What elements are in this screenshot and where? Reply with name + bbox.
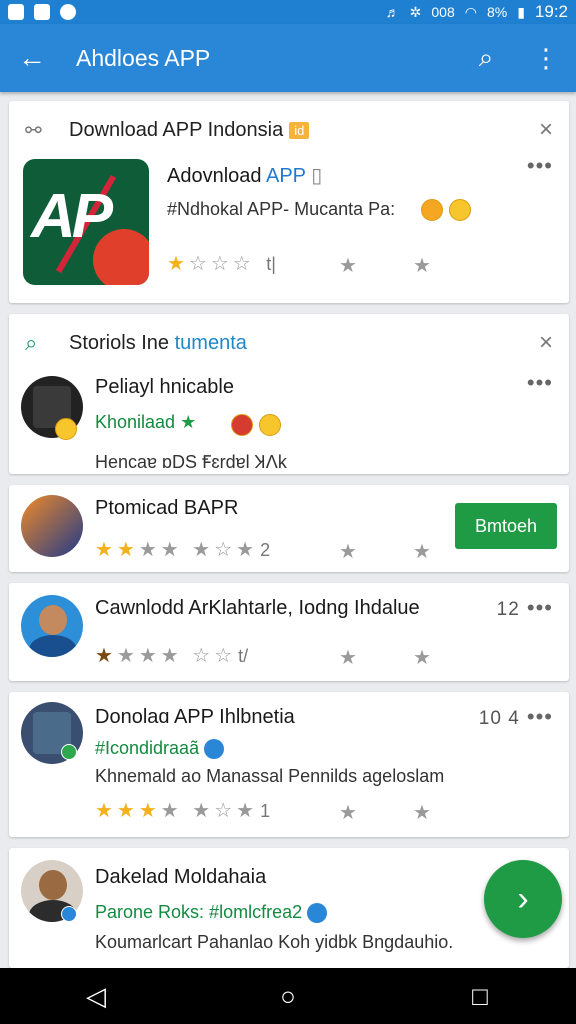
star-icon: ★ — [413, 255, 431, 277]
rating: ★★★★ ★☆★ 2 — [95, 539, 271, 561]
close-icon[interactable]: × — [539, 116, 553, 144]
app-list-item[interactable]: Donolaɑ APP Ihlbnetia 10 4 ••• #Icondidr… — [9, 692, 569, 837]
system-nav-bar: ◁ ○ □ — [0, 968, 576, 1024]
item-subtitle: Khonilaad ★ — [95, 412, 197, 432]
page-title: Ahdloes APP — [76, 44, 211, 71]
more-icon[interactable]: ••• — [527, 370, 553, 396]
item-title: Cawnlodd ArKlahtarle, Iodng Ihdalue — [95, 597, 420, 619]
more-vert-icon[interactable]: ⋮ — [516, 24, 576, 92]
item-subtitle: #Icondidraaã — [95, 738, 225, 760]
battery-icon: ▮ — [517, 3, 525, 20]
rating: ★★★★ ☆☆ t/ — [95, 645, 249, 667]
home-nav-icon[interactable]: ○ — [248, 981, 328, 1012]
star-icon: ★ — [339, 541, 357, 563]
wifi-icon: ◠ — [464, 3, 477, 20]
list-item[interactable]: Peliayl hnicable Khonilaad ★ Hencaɐ ɒDS … — [9, 370, 569, 474]
item-meta[interactable]: 12 ••• — [497, 595, 553, 621]
close-icon[interactable]: × — [539, 329, 553, 357]
verified-icon — [61, 744, 77, 760]
emoji-icon — [55, 418, 77, 440]
avatar — [21, 595, 83, 657]
flag-badge: id — [289, 121, 310, 139]
back-nav-icon[interactable]: ◁ — [56, 981, 136, 1012]
app-logo: AP — [23, 159, 149, 285]
card-title: Storiols Ine tumenta — [69, 331, 247, 354]
recents-nav-icon[interactable]: □ — [440, 981, 520, 1012]
status-time: 19:2 — [534, 2, 568, 21]
star-icon: ★ — [413, 541, 431, 563]
star-icon: ★ — [339, 802, 357, 824]
battery-label: 8% — [486, 4, 508, 20]
item-title: Peliayl hnicable — [95, 376, 234, 398]
app-list-item[interactable]: Cawnlodd ArKlahtarle, Iodng Ihdalue 12 •… — [9, 583, 569, 681]
status-bar: ♬ ✲ 008 ◠ 8% ▮ 19:2 — [0, 0, 576, 24]
star-icon: ★ — [413, 647, 431, 669]
messenger-icon — [34, 4, 50, 20]
item-subtitle: Parone Roks: #lomlcfrea2 — [95, 902, 328, 924]
item-desc: Khnemald ao Manassal Pennilds ageloslam — [95, 766, 445, 786]
bluetooth-icon: ✲ — [409, 3, 422, 20]
app-title: Adovnload APP ▯ — [167, 165, 323, 187]
download-app-card: ⚯ Download APP Indonsia id × AP Adovnloa… — [9, 101, 569, 303]
flag-icon — [231, 414, 253, 436]
stories-card: ⌕ Storiols Ine tumenta × Peliayl hnicabl… — [9, 314, 569, 474]
verified-icon — [61, 906, 77, 922]
item-title: Donolaɑ APP Ihlbnetia — [95, 706, 295, 728]
item-title: Ptomicad BAPR — [95, 497, 239, 519]
item-desc: Hencaɐ ɒDS Ꞙɛrdɐl ꞰɅk — [95, 452, 287, 472]
card-header: ⚯ Download APP Indonsia id × — [9, 101, 569, 159]
install-button[interactable]: Bmtoeh — [455, 503, 557, 549]
app-row[interactable]: AP Adovnload APP ▯ #Ndhokal APP- Mucanta… — [9, 153, 569, 299]
emoji-icon — [259, 414, 281, 436]
app-list-item[interactable]: Ptomicad BAPR ★★★★ ★☆★ 2 ★ ★ Bmtoeh — [9, 485, 569, 572]
star-icon: ★ — [339, 647, 357, 669]
app-subtitle: #Ndhokal APP- Mucanta Pa: — [167, 199, 396, 219]
share-icon: ⚯ — [25, 119, 42, 142]
chevron-right-icon[interactable]: › — [484, 860, 562, 938]
image-icon — [8, 4, 24, 20]
circle-icon — [60, 4, 76, 20]
search-icon: ⌕ — [25, 330, 38, 355]
item-meta[interactable]: 10 4 ••• — [479, 704, 553, 730]
item-desc: Koumarlcart Pahanlao Koh yidbk Bngdauhio… — [95, 932, 454, 952]
rating: ★☆☆☆ t| — [167, 253, 276, 275]
app-bar: ← Ahdloes APP ⌕ ⋮ — [0, 24, 576, 92]
verified-icon — [204, 739, 225, 760]
network-label: 008 — [431, 4, 455, 20]
card-title: Download APP Indonsia — [69, 118, 284, 141]
vibrate-icon: ♬ — [385, 4, 400, 20]
star-icon: ★ — [413, 802, 431, 824]
document-icon: ▯ — [311, 165, 323, 187]
search-icon[interactable]: ⌕ — [456, 24, 516, 92]
more-icon[interactable]: ••• — [527, 153, 553, 179]
emoji-icon — [421, 199, 443, 221]
rating: ★★★★ ★☆★ 1 — [95, 800, 271, 822]
avatar — [21, 495, 83, 557]
card-header: ⌕ Storiols Ine tumenta × — [9, 314, 569, 372]
emoji-icon — [449, 199, 471, 221]
verified-icon — [307, 903, 328, 924]
item-title: Dakelad Moldahaia — [95, 866, 267, 888]
arrow-left-icon[interactable]: ← — [0, 24, 64, 92]
star-icon: ★ — [339, 255, 357, 277]
